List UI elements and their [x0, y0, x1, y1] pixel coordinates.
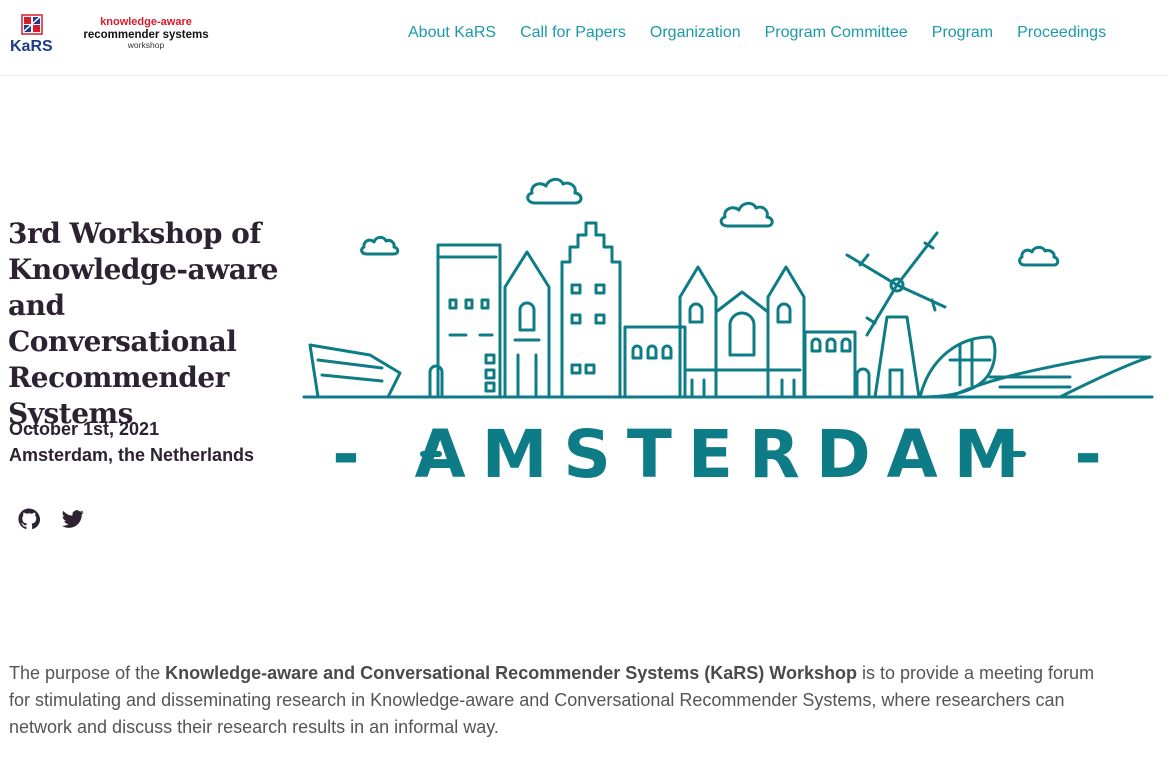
amsterdam-skyline-illustration: - AMSTERDAM - [302, 177, 1154, 490]
kars-logo[interactable]: KaRS knowledge-aware recommender systems… [10, 14, 220, 54]
amsterdam-caption: - AMSTERDAM - [332, 416, 1118, 490]
intro-prefix: The purpose of the [9, 663, 166, 683]
cloud-icon [719, 201, 774, 228]
cloud-icon [1018, 245, 1060, 267]
nav-about-kars[interactable]: About KaRS [408, 24, 496, 42]
main-nav: About KaRS Call for Papers Organization … [408, 24, 1130, 42]
nav-call-for-papers[interactable]: Call for Papers [520, 24, 626, 42]
nav-program[interactable]: Program [932, 24, 993, 42]
intro-workshop-name: Knowledge-aware and Conversational Recom… [165, 663, 857, 683]
event-date: October 1st, 2021 [9, 419, 160, 439]
nav-organization[interactable]: Organization [650, 24, 741, 42]
social-links [18, 508, 84, 530]
site-header: KaRS knowledge-aware recommender systems… [0, 0, 1169, 76]
kars-logo-mark: KaRS [10, 14, 53, 54]
logo-line-1: knowledge-aware [100, 16, 192, 28]
cloud-icon [360, 235, 400, 256]
event-location: Amsterdam, the Netherlands [9, 445, 255, 465]
cloud-icon [526, 177, 583, 205]
logo-mark-text: KaRS [10, 38, 53, 54]
logo-wordmark: knowledge-aware recommender systems work… [76, 16, 216, 50]
nav-program-committee[interactable]: Program Committee [765, 24, 908, 42]
github-icon[interactable] [18, 508, 40, 530]
logo-line-3: workshop [127, 39, 165, 50]
nav-proceedings[interactable]: Proceedings [1017, 24, 1106, 42]
logo-line-2: recommender systems [83, 28, 209, 41]
page-title: 3rd Workshop of Knowledge-aware and Conv… [8, 217, 278, 430]
intro-paragraph: The purpose of the Knowledge-aware and C… [9, 660, 1119, 741]
twitter-icon[interactable] [62, 508, 84, 530]
